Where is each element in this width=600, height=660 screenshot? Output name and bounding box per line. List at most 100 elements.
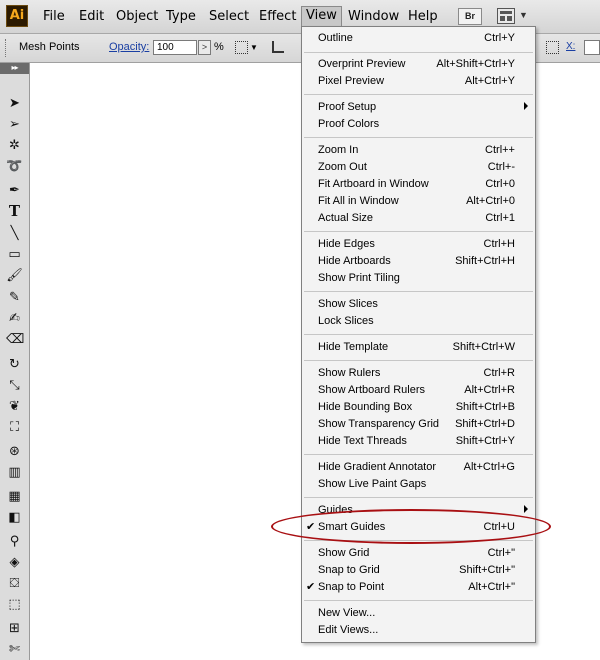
free-transform-tool-icon[interactable]: ⛶ xyxy=(6,419,23,436)
direct-selection-tool-icon[interactable]: ➢ xyxy=(6,116,23,133)
menu-item-hide-gradient-annotator[interactable]: Hide Gradient Annotator Alt+Ctrl+G xyxy=(302,459,535,476)
menu-item-hide-bounding-box[interactable]: Hide Bounding Box Shift+Ctrl+B xyxy=(302,399,535,416)
scale-tool-icon[interactable]: ⤡ xyxy=(6,377,23,394)
menu-item-snap-to-grid[interactable]: Snap to Grid Shift+Ctrl+" xyxy=(302,562,535,579)
opacity-input[interactable]: 100 xyxy=(153,40,197,55)
menu-item-proof-setup[interactable]: Proof Setup xyxy=(302,99,535,116)
line-tool-icon[interactable]: ╲ xyxy=(6,225,23,242)
artboard-tool-icon[interactable]: ⊞ xyxy=(6,620,23,637)
menu-file[interactable]: File xyxy=(39,7,69,26)
blend-tool-icon[interactable]: ◈ xyxy=(6,554,23,571)
x-input[interactable] xyxy=(584,40,600,55)
submenu-arrow-icon xyxy=(524,102,528,110)
mesh-tool-icon[interactable]: ▦ xyxy=(6,488,23,505)
align-icon[interactable] xyxy=(272,41,284,53)
menu-item-shortcut: Shift+Ctrl+" xyxy=(459,564,515,576)
chevron-down-icon[interactable]: ▼ xyxy=(519,10,528,20)
menu-item-edit-views[interactable]: Edit Views... xyxy=(302,622,535,639)
gradient-tool-icon[interactable]: ◧ xyxy=(6,509,23,526)
menu-item-hide-text-threads[interactable]: Hide Text Threads Shift+Ctrl+Y xyxy=(302,433,535,450)
menu-help[interactable]: Help xyxy=(404,7,442,26)
menu-item-label: Smart Guides xyxy=(318,521,386,533)
column-graph-tool-icon[interactable]: ▥ xyxy=(6,464,23,481)
menu-item-shortcut: Ctrl+U xyxy=(483,521,515,533)
menu-item-proof-colors[interactable]: Proof Colors xyxy=(302,116,535,133)
menu-item-label: New View... xyxy=(318,607,376,619)
menu-item-zoom-out[interactable]: Zoom Out Ctrl+- xyxy=(302,159,535,176)
menu-item-guides[interactable]: Guides xyxy=(302,502,535,519)
menu-item-shortcut: Alt+Shift+Ctrl+Y xyxy=(436,58,515,70)
menu-item-show-live-paint-gaps[interactable]: Show Live Paint Gaps xyxy=(302,476,535,493)
menu-separator xyxy=(304,497,533,498)
menu-object[interactable]: Object xyxy=(112,7,162,26)
recolor-icon[interactable] xyxy=(235,41,248,54)
menu-item-label: Zoom In xyxy=(318,144,359,156)
menu-type[interactable]: Type xyxy=(162,7,200,26)
lasso-tool-icon[interactable]: ➰ xyxy=(6,158,23,175)
warp-tool-icon[interactable]: ❦ xyxy=(6,398,23,415)
eyedropper-tool-icon[interactable]: ⚲ xyxy=(6,533,23,550)
menu-item-label: Hide Gradient Annotator xyxy=(318,461,437,473)
menu-item-zoom-in[interactable]: Zoom In Ctrl++ xyxy=(302,142,535,159)
panel-collapse-icon[interactable]: ▸▸ xyxy=(0,63,29,74)
selection-tool-icon[interactable]: ➤ xyxy=(6,95,23,112)
menu-separator xyxy=(304,540,533,541)
menu-item-fit-artboard[interactable]: Fit Artboard in Window Ctrl+0 xyxy=(302,176,535,193)
slice-tool-icon[interactable]: ✄ xyxy=(6,641,23,658)
menu-item-smart-guides[interactable]: ✔ Smart Guides Ctrl+U xyxy=(302,519,535,536)
menu-item-label: Pixel Preview xyxy=(318,75,385,87)
menu-item-label: Show Slices xyxy=(318,298,378,310)
menu-item-label: Show Rulers xyxy=(318,367,381,379)
menu-select[interactable]: Select xyxy=(205,7,253,26)
pen-tool-icon[interactable]: ✒ xyxy=(6,182,23,199)
tools-panel: ▸▸ ➤ ➢ ✲ ➰ ✒ T ╲ ▭ 🖌 ✎ ✍ ⌫ ↻ ⤡ ❦ ⛶ ⊛ ▥ ▦… xyxy=(0,63,30,660)
workspace-icon[interactable] xyxy=(497,8,515,24)
menu-separator xyxy=(304,94,533,95)
pencil-tool-icon[interactable]: ✎ xyxy=(6,289,23,306)
menu-view[interactable]: View xyxy=(301,6,342,27)
magic-wand-tool-icon[interactable]: ✲ xyxy=(6,137,23,154)
rotate-tool-icon[interactable]: ↻ xyxy=(6,356,23,373)
menu-item-show-transparency-grid[interactable]: Show Transparency Grid Shift+Ctrl+D xyxy=(302,416,535,433)
menu-item-fit-all[interactable]: Fit All in Window Alt+Ctrl+0 xyxy=(302,193,535,210)
paintbrush-tool-icon[interactable]: 🖌 xyxy=(6,267,23,284)
menu-separator xyxy=(304,137,533,138)
menu-item-pixel-preview[interactable]: Pixel Preview Alt+Ctrl+Y xyxy=(302,73,535,90)
bridge-button[interactable]: Br xyxy=(458,8,482,25)
menu-item-snap-to-point[interactable]: ✔ Snap to Point Alt+Ctrl+" xyxy=(302,579,535,596)
chevron-down-icon[interactable]: ▼ xyxy=(250,43,258,52)
menu-edit[interactable]: Edit xyxy=(75,7,108,26)
menu-item-overprint-preview[interactable]: Overprint Preview Alt+Shift+Ctrl+Y xyxy=(302,56,535,73)
menu-effect[interactable]: Effect xyxy=(255,7,300,26)
live-paint-selection-tool-icon[interactable]: ⬚ xyxy=(6,596,23,613)
menu-item-show-grid[interactable]: Show Grid Ctrl+" xyxy=(302,545,535,562)
live-paint-bucket-tool-icon[interactable]: ⛋ xyxy=(6,575,23,592)
menu-item-show-slices[interactable]: Show Slices xyxy=(302,296,535,313)
menu-item-shortcut: Alt+Ctrl+" xyxy=(468,581,515,593)
rectangle-tool-icon[interactable]: ▭ xyxy=(6,246,23,263)
x-link[interactable]: X: xyxy=(566,41,575,52)
transform-icon[interactable] xyxy=(546,41,559,54)
menu-item-hide-artboards[interactable]: Hide Artboards Shift+Ctrl+H xyxy=(302,253,535,270)
type-tool-icon[interactable]: T xyxy=(6,203,23,220)
symbol-sprayer-tool-icon[interactable]: ⊛ xyxy=(6,443,23,460)
menu-item-show-artboard-rulers[interactable]: Show Artboard Rulers Alt+Ctrl+R xyxy=(302,382,535,399)
menu-item-outline[interactable]: Outline Ctrl+Y xyxy=(302,30,535,47)
blob-brush-tool-icon[interactable]: ✍ xyxy=(6,310,23,327)
menu-item-actual-size[interactable]: Actual Size Ctrl+1 xyxy=(302,210,535,227)
menu-separator xyxy=(304,52,533,53)
menu-item-label: Proof Colors xyxy=(318,118,380,130)
menu-item-show-rulers[interactable]: Show Rulers Ctrl+R xyxy=(302,365,535,382)
menu-item-show-print-tiling[interactable]: Show Print Tiling xyxy=(302,270,535,287)
opacity-link[interactable]: Opacity: xyxy=(109,41,149,53)
chevron-right-icon[interactable]: > xyxy=(198,40,211,55)
grip-handle[interactable] xyxy=(5,39,9,57)
menu-item-shortcut: Alt+Ctrl+0 xyxy=(466,195,515,207)
menu-item-new-view[interactable]: New View... xyxy=(302,605,535,622)
menu-item-shortcut: Shift+Ctrl+Y xyxy=(455,435,515,447)
menu-item-lock-slices[interactable]: Lock Slices xyxy=(302,313,535,330)
menu-item-hide-template[interactable]: Hide Template Shift+Ctrl+W xyxy=(302,339,535,356)
menu-item-hide-edges[interactable]: Hide Edges Ctrl+H xyxy=(302,236,535,253)
menu-window[interactable]: Window xyxy=(344,7,403,26)
eraser-tool-icon[interactable]: ⌫ xyxy=(6,331,24,348)
